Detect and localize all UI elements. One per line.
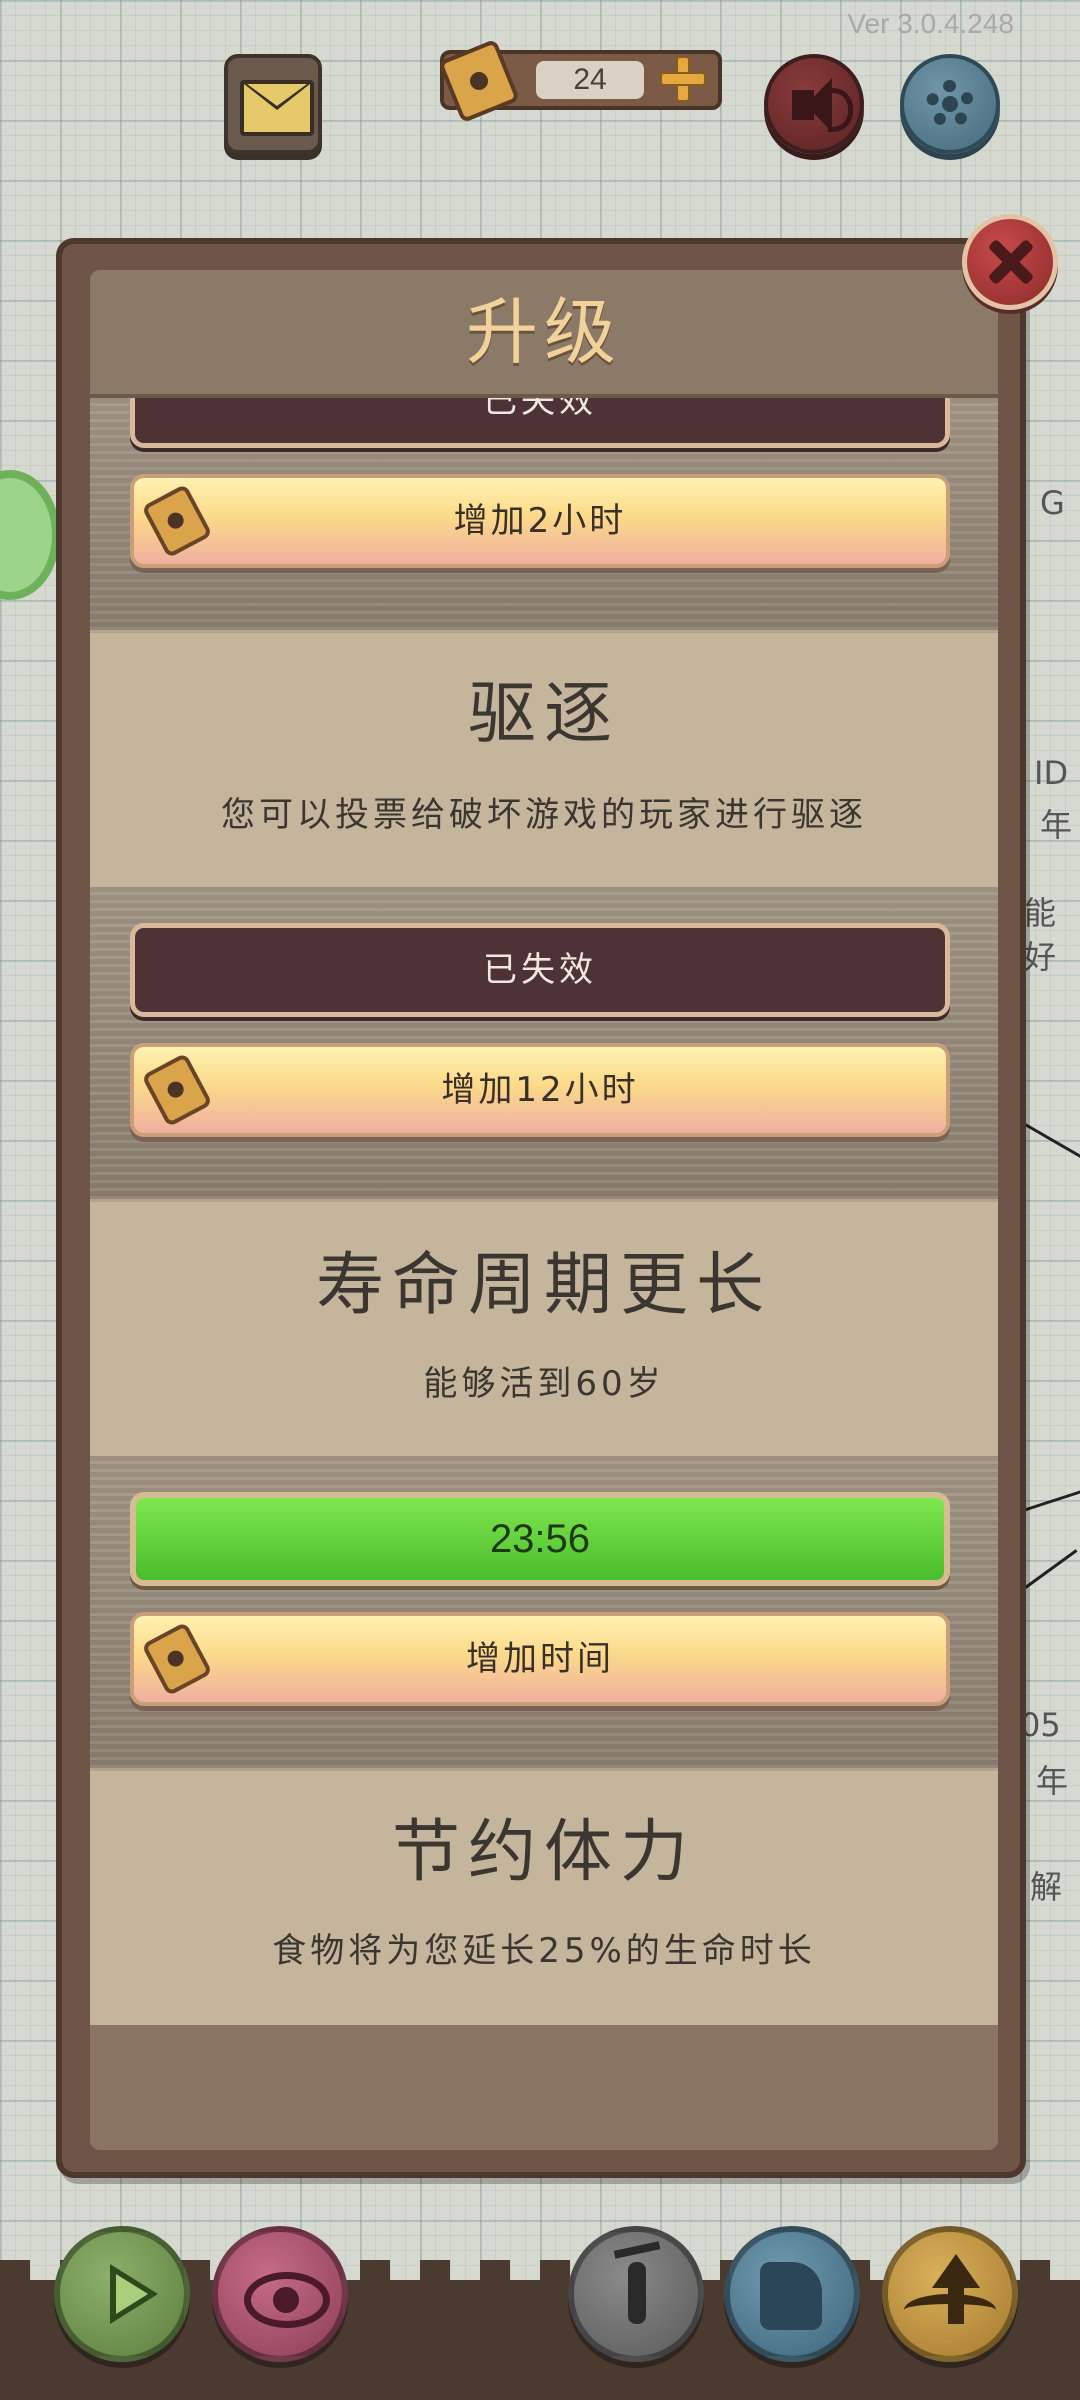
upgrade-card-longer-life: 寿命周期更长 能够活到60岁	[90, 1199, 998, 1456]
scroll-button[interactable]	[724, 2226, 860, 2362]
bg-letter: 解	[1030, 1868, 1063, 1906]
play-button[interactable]	[54, 2226, 190, 2362]
ticket-icon	[141, 1621, 213, 1697]
sound-toggle-button[interactable]	[764, 54, 864, 154]
bg-letter: 能	[1024, 894, 1057, 932]
mail-icon	[240, 80, 314, 136]
upgrade-description: 能够活到60岁	[423, 1364, 665, 1404]
sound-waves-icon	[828, 88, 853, 132]
bg-letter: 年	[1040, 806, 1073, 844]
puppet-icon	[628, 2262, 646, 2324]
speaker-icon	[792, 78, 832, 132]
mail-button[interactable]	[224, 54, 322, 154]
bg-letter: G	[1040, 484, 1065, 522]
ticket-icon	[141, 483, 213, 559]
upgrade-list[interactable]: 已失效 增加2小时 驱逐 您可以投票给破坏游戏的玩家进行驱逐 已失效 增加12小…	[90, 354, 998, 2025]
side-4399-badge[interactable]: 4399	[0, 470, 60, 600]
upgrade-title: 寿命周期更长	[315, 1246, 772, 1325]
watch-button[interactable]	[212, 2226, 348, 2362]
eye-icon	[244, 2272, 330, 2328]
scroll-quill-icon	[760, 2262, 822, 2330]
version-label: Ver 3.0.4.248	[847, 8, 1014, 39]
upgrade-title: 驱逐	[467, 675, 620, 754]
close-button[interactable]	[962, 214, 1058, 310]
add-time-button[interactable]: 增加时间	[130, 1612, 950, 1706]
bg-connector-line	[1019, 1488, 1080, 1513]
add-time-label: 增加12小时	[441, 1070, 639, 1110]
upgrade-title: 节约体力	[391, 1813, 696, 1892]
ticket-count: 24	[536, 61, 644, 99]
expired-status-button: 已失效	[130, 923, 950, 1017]
active-timer-bar: 23:56	[130, 1492, 950, 1586]
side-badge-text: 4399	[0, 494, 2, 589]
winged-arrow-icon	[932, 2254, 980, 2324]
bg-letter: 05	[1020, 1706, 1061, 1744]
upgrade-button[interactable]	[882, 2226, 1018, 2362]
ticket-icon	[437, 38, 521, 124]
upgrade-panel: 升级 已失效 增加2小时 驱逐 您可以投票给破坏游戏的玩家进行驱逐 已失效 增加…	[90, 270, 998, 2150]
bg-connector-line	[1019, 1549, 1078, 1593]
ticket-currency-bar[interactable]: 24	[437, 38, 722, 124]
play-icon	[110, 2264, 158, 2324]
upgrade-card-save-stamina: 节约体力 食物将为您延长25%的生命时长	[90, 1768, 998, 2025]
gear-icon	[926, 80, 974, 128]
ticket-icon	[141, 1052, 213, 1128]
bg-letter: 年	[1036, 1762, 1069, 1800]
puppet-button[interactable]	[568, 2226, 704, 2362]
panel-header: 升级	[90, 270, 998, 398]
upgrade-description: 您可以投票给破坏游戏的玩家进行驱逐	[221, 795, 867, 835]
upgrade-description: 食物将为您延长25%的生命时长	[272, 1931, 816, 1971]
settings-button[interactable]	[900, 54, 1000, 154]
bg-connector-line	[1019, 1120, 1080, 1158]
upgrade-actions-kick: 已失效 增加12小时	[90, 887, 998, 1199]
upgrade-actions-partial: 已失效 增加2小时	[90, 354, 998, 630]
upgrade-actions-longer-life: 23:56 增加时间	[90, 1456, 998, 1768]
panel-title: 升级	[465, 290, 622, 374]
add-time-label: 增加2小时	[453, 501, 627, 541]
upgrade-card-kick: 驱逐 您可以投票给破坏游戏的玩家进行驱逐	[90, 630, 998, 887]
add-12-hours-button[interactable]: 增加12小时	[130, 1043, 950, 1137]
add-tickets-plus-icon[interactable]	[660, 56, 706, 102]
add-time-label: 增加时间	[466, 1639, 614, 1679]
add-2-hours-button[interactable]: 增加2小时	[130, 474, 950, 568]
bg-letter: ID	[1034, 754, 1069, 792]
wings-icon	[904, 2294, 996, 2326]
bg-letter: 好	[1024, 938, 1057, 976]
